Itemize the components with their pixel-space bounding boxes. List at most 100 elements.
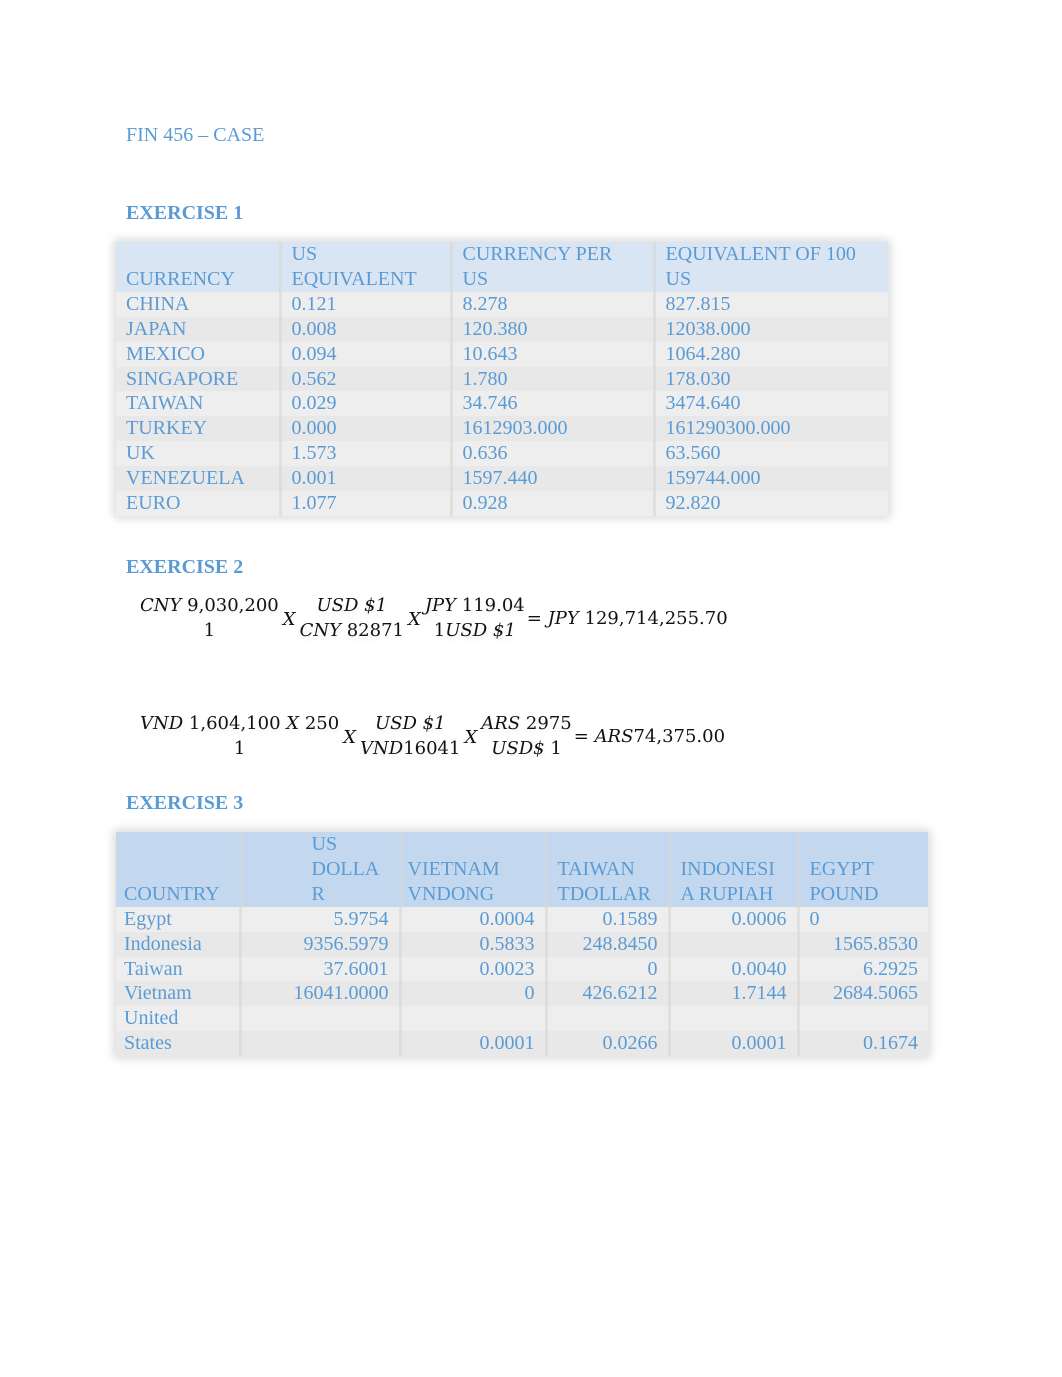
document-title: FIN 456 – CASE — [126, 124, 265, 146]
denominator: CNY 82871 — [299, 620, 404, 641]
country-cell: States — [116, 1031, 242, 1057]
currency-cell: UK — [116, 441, 282, 467]
eq1-fraction-3: JPY 119.04 1USD $1 — [425, 593, 525, 643]
denominator: 1 — [203, 620, 216, 641]
currency-cell: SINGAPORE — [116, 366, 282, 392]
denominator: 1USD $1 — [433, 620, 516, 641]
table-row: EURO 1.077 0.928 92.820 — [116, 491, 888, 516]
currency-cell: MEXICO — [116, 341, 282, 367]
eq2-fraction-2: USD $1 VND16041 — [360, 711, 460, 761]
exercise-3-heading: EXERCISE 3 — [126, 792, 244, 814]
rate-cell: 0.0001 — [400, 1031, 548, 1057]
value-cell: 120.380 — [451, 316, 656, 342]
rate-cell: 426.6212 — [546, 981, 671, 1007]
header-equivalent-of-100-us: EQUIVALENT OF 100 US — [654, 242, 888, 292]
rate-cell — [400, 1006, 548, 1032]
rate-cell — [546, 1006, 671, 1032]
country-cell: Vietnam — [116, 981, 242, 1007]
exercise-2-heading: EXERCISE 2 — [126, 556, 244, 578]
table-row: SINGAPORE 0.562 1.780 178.030 — [116, 366, 888, 392]
value-cell: 0.029 — [280, 391, 453, 417]
multiply-operator: X — [464, 726, 478, 748]
table-row: Egypt 5.9754 0.0004 0.1589 0.0006 0 — [116, 906, 928, 932]
multiply-operator: X — [407, 608, 421, 630]
numerator: ARS 2975 — [481, 713, 572, 734]
value-cell: 0.094 — [280, 341, 453, 367]
currency-cell: CHINA — [116, 291, 282, 317]
denominator: USD$ 1 — [491, 738, 562, 759]
rate-cell: 0.1674 — [798, 1031, 928, 1057]
currency-cell: TURKEY — [116, 416, 282, 442]
eq1-fraction-1: CNY 9,030,200 1 — [140, 593, 279, 643]
country-cell: Taiwan — [116, 956, 242, 982]
table-row: CHINA 0.121 8.278 827.815 — [116, 291, 888, 317]
rate-cell: 6.2925 — [798, 956, 928, 982]
header-currency: CURRENCY — [116, 242, 282, 292]
currency-cell: VENEZUELA — [116, 466, 282, 492]
value-cell: 0.121 — [280, 291, 453, 317]
rate-cell — [669, 931, 800, 957]
rate-cell: 248.8450 — [546, 931, 671, 957]
value-cell: 1.573 — [280, 441, 453, 467]
header-us-dollar: US DOLLA R — [240, 832, 402, 907]
rate-cell: 0.0006 — [669, 906, 800, 932]
value-cell: 0.008 — [280, 316, 453, 342]
value-cell: 178.030 — [654, 366, 888, 392]
numerator: VND 1,604,100 X 250 — [140, 713, 340, 734]
rate-cell: 0.0001 — [669, 1031, 800, 1057]
rate-cell: 0.1589 — [546, 906, 671, 932]
table-row: TAIWAN 0.029 34.746 3474.640 — [116, 391, 888, 417]
eq1-fraction-2: USD $1 CNY 82871 — [300, 593, 404, 643]
rate-cell: 0 — [798, 906, 928, 932]
value-cell: 0.562 — [280, 366, 453, 392]
exercise-1-heading: EXERCISE 1 — [126, 202, 244, 224]
value-cell: 827.815 — [654, 291, 888, 317]
value-cell: 0.928 — [451, 491, 656, 516]
eq2-fraction-1: VND 1,604,100 X 250 1 — [140, 711, 339, 761]
exercise-1-table-wrapper: CURRENCY US EQUIVALENT CURRENCY PER US EQU… — [116, 242, 888, 516]
table-row: VENEZUELA 0.001 1597.440 159744.000 — [116, 466, 888, 492]
exercise-3-table-wrapper: COUNTRY US DOLLA R VIETNAM VNDONG TAIWAN TDO… — [116, 832, 928, 1057]
equation-2: VND 1,604,100 X 250 1 X USD $1 VND16041 … — [140, 711, 725, 761]
exercise-1-table: CURRENCY US EQUIVALENT CURRENCY PER US EQU… — [116, 242, 888, 516]
multiply-operator: X — [343, 726, 357, 748]
rate-cell: 9356.5979 — [240, 931, 402, 957]
header-egypt-pound: EGYPT POUND — [798, 832, 928, 907]
exercise-3-table: COUNTRY US DOLLA R VIETNAM VNDONG TAIWAN TDO… — [116, 832, 928, 1057]
header-indonesia-rupiah: INDONESI A RUPIAH — [669, 832, 800, 907]
value-cell: 0.000 — [280, 416, 453, 442]
rate-cell — [240, 1006, 402, 1032]
table-row: Indonesia 9356.5979 0.5833 248.8450 1565.85… — [116, 931, 928, 957]
currency-cell: JAPAN — [116, 316, 282, 342]
header-country: COUNTRY — [116, 832, 242, 907]
header-currency-per-us: CURRENCY PER US — [451, 242, 656, 292]
value-cell: 10.643 — [451, 341, 656, 367]
table-row: Taiwan 37.6001 0.0023 0 0.0040 6.2925 — [116, 956, 928, 982]
rate-cell: 0 — [546, 956, 671, 982]
country-cell: Indonesia — [116, 931, 242, 957]
rate-cell: 1565.8530 — [798, 931, 928, 957]
rate-cell — [798, 1006, 928, 1032]
table-row: TURKEY 0.000 1612903.000 161290300.000 — [116, 416, 888, 442]
table-row: United — [116, 1006, 928, 1032]
value-cell: 1.077 — [280, 491, 453, 516]
value-cell: 1.780 — [451, 366, 656, 392]
rate-cell — [240, 1031, 402, 1057]
value-cell: 0.636 — [451, 441, 656, 467]
currency-cell: EURO — [116, 491, 282, 516]
rate-cell — [669, 1006, 800, 1032]
table-row: UK 1.573 0.636 63.560 — [116, 441, 888, 467]
rate-cell: 37.6001 — [240, 956, 402, 982]
value-cell: 0.001 — [280, 466, 453, 492]
header-us-equivalent: US EQUIVALENT — [280, 242, 453, 292]
table-row: MEXICO 0.094 10.643 1064.280 — [116, 341, 888, 367]
table-row: Vietnam 16041.0000 0 426.6212 1.7144 2684.506… — [116, 981, 928, 1007]
rate-cell: 0.5833 — [400, 931, 548, 957]
rate-cell: 1.7144 — [669, 981, 800, 1007]
table-row: States 0.0001 0.0266 0.0001 0.1674 — [116, 1031, 928, 1057]
rate-cell: 5.9754 — [240, 906, 402, 932]
value-cell: 159744.000 — [654, 466, 888, 492]
rate-cell: 2684.5065 — [798, 981, 928, 1007]
value-cell: 1612903.000 — [451, 416, 656, 442]
rate-cell: 0 — [400, 981, 548, 1007]
